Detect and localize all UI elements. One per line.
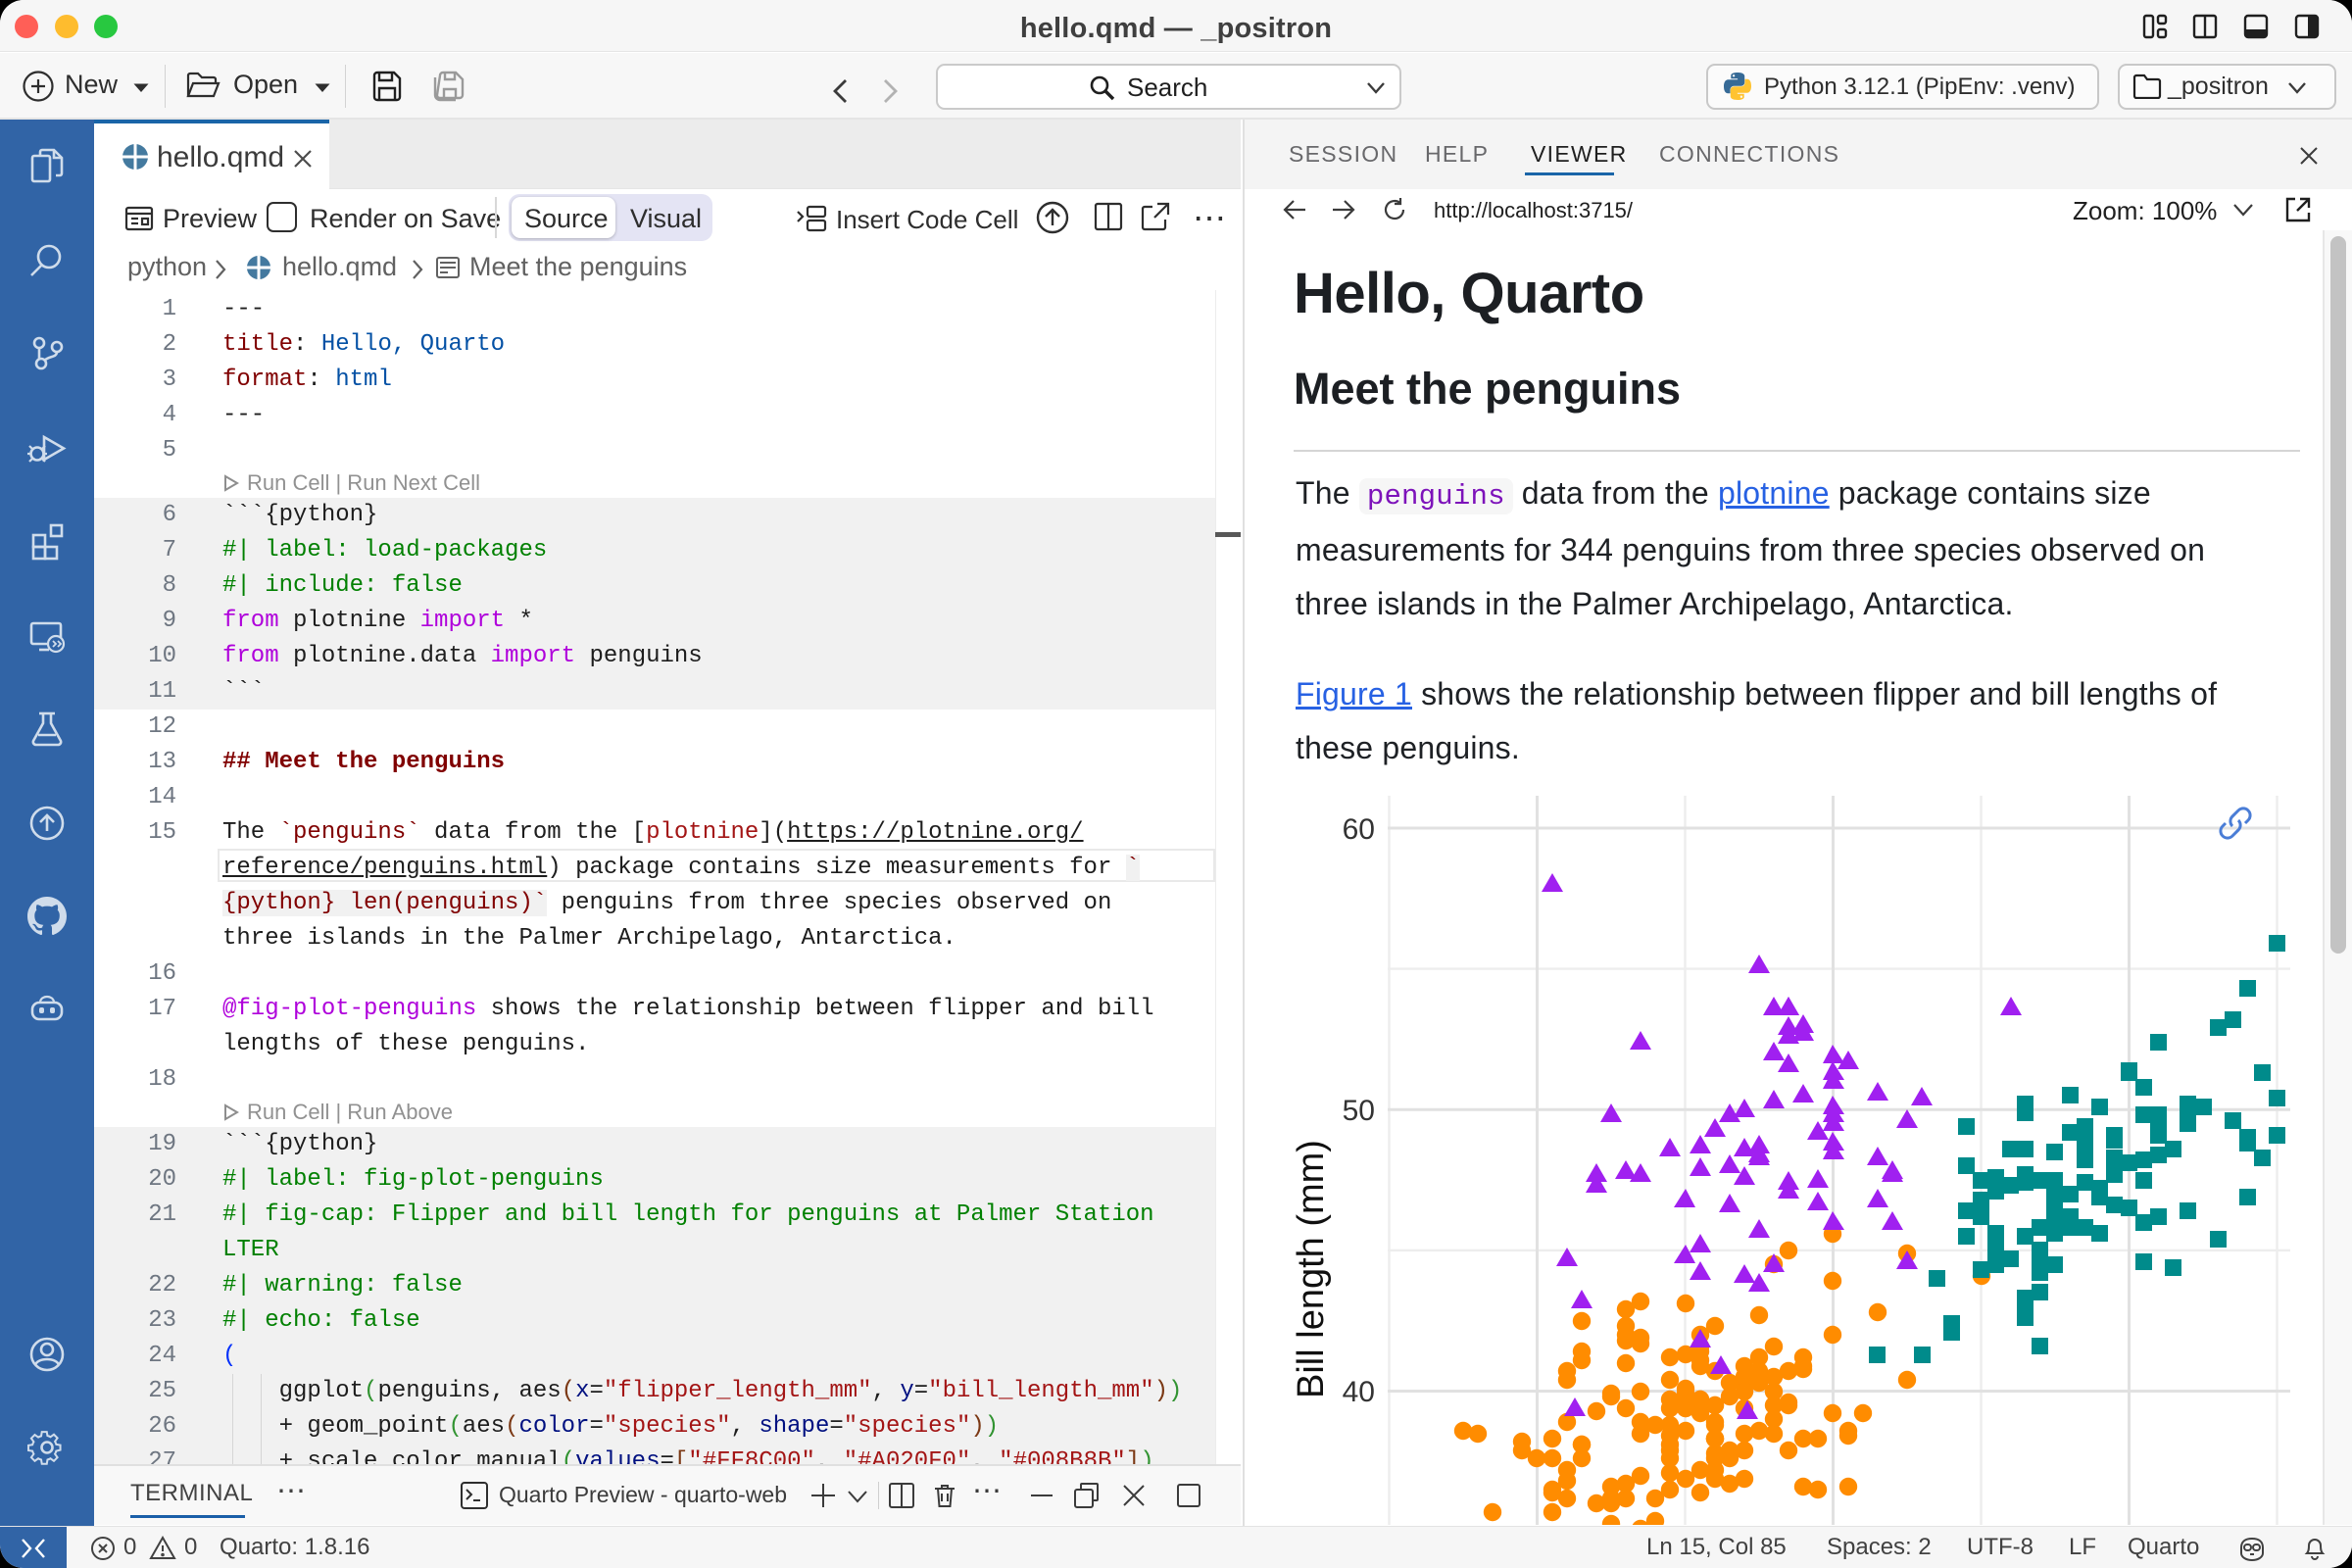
svg-text:40: 40	[1343, 1376, 1375, 1408]
svg-text:60: 60	[1343, 813, 1375, 846]
svg-text:50: 50	[1343, 1095, 1375, 1127]
svg-text:Bill length (mm): Bill length (mm)	[1291, 1140, 1332, 1398]
